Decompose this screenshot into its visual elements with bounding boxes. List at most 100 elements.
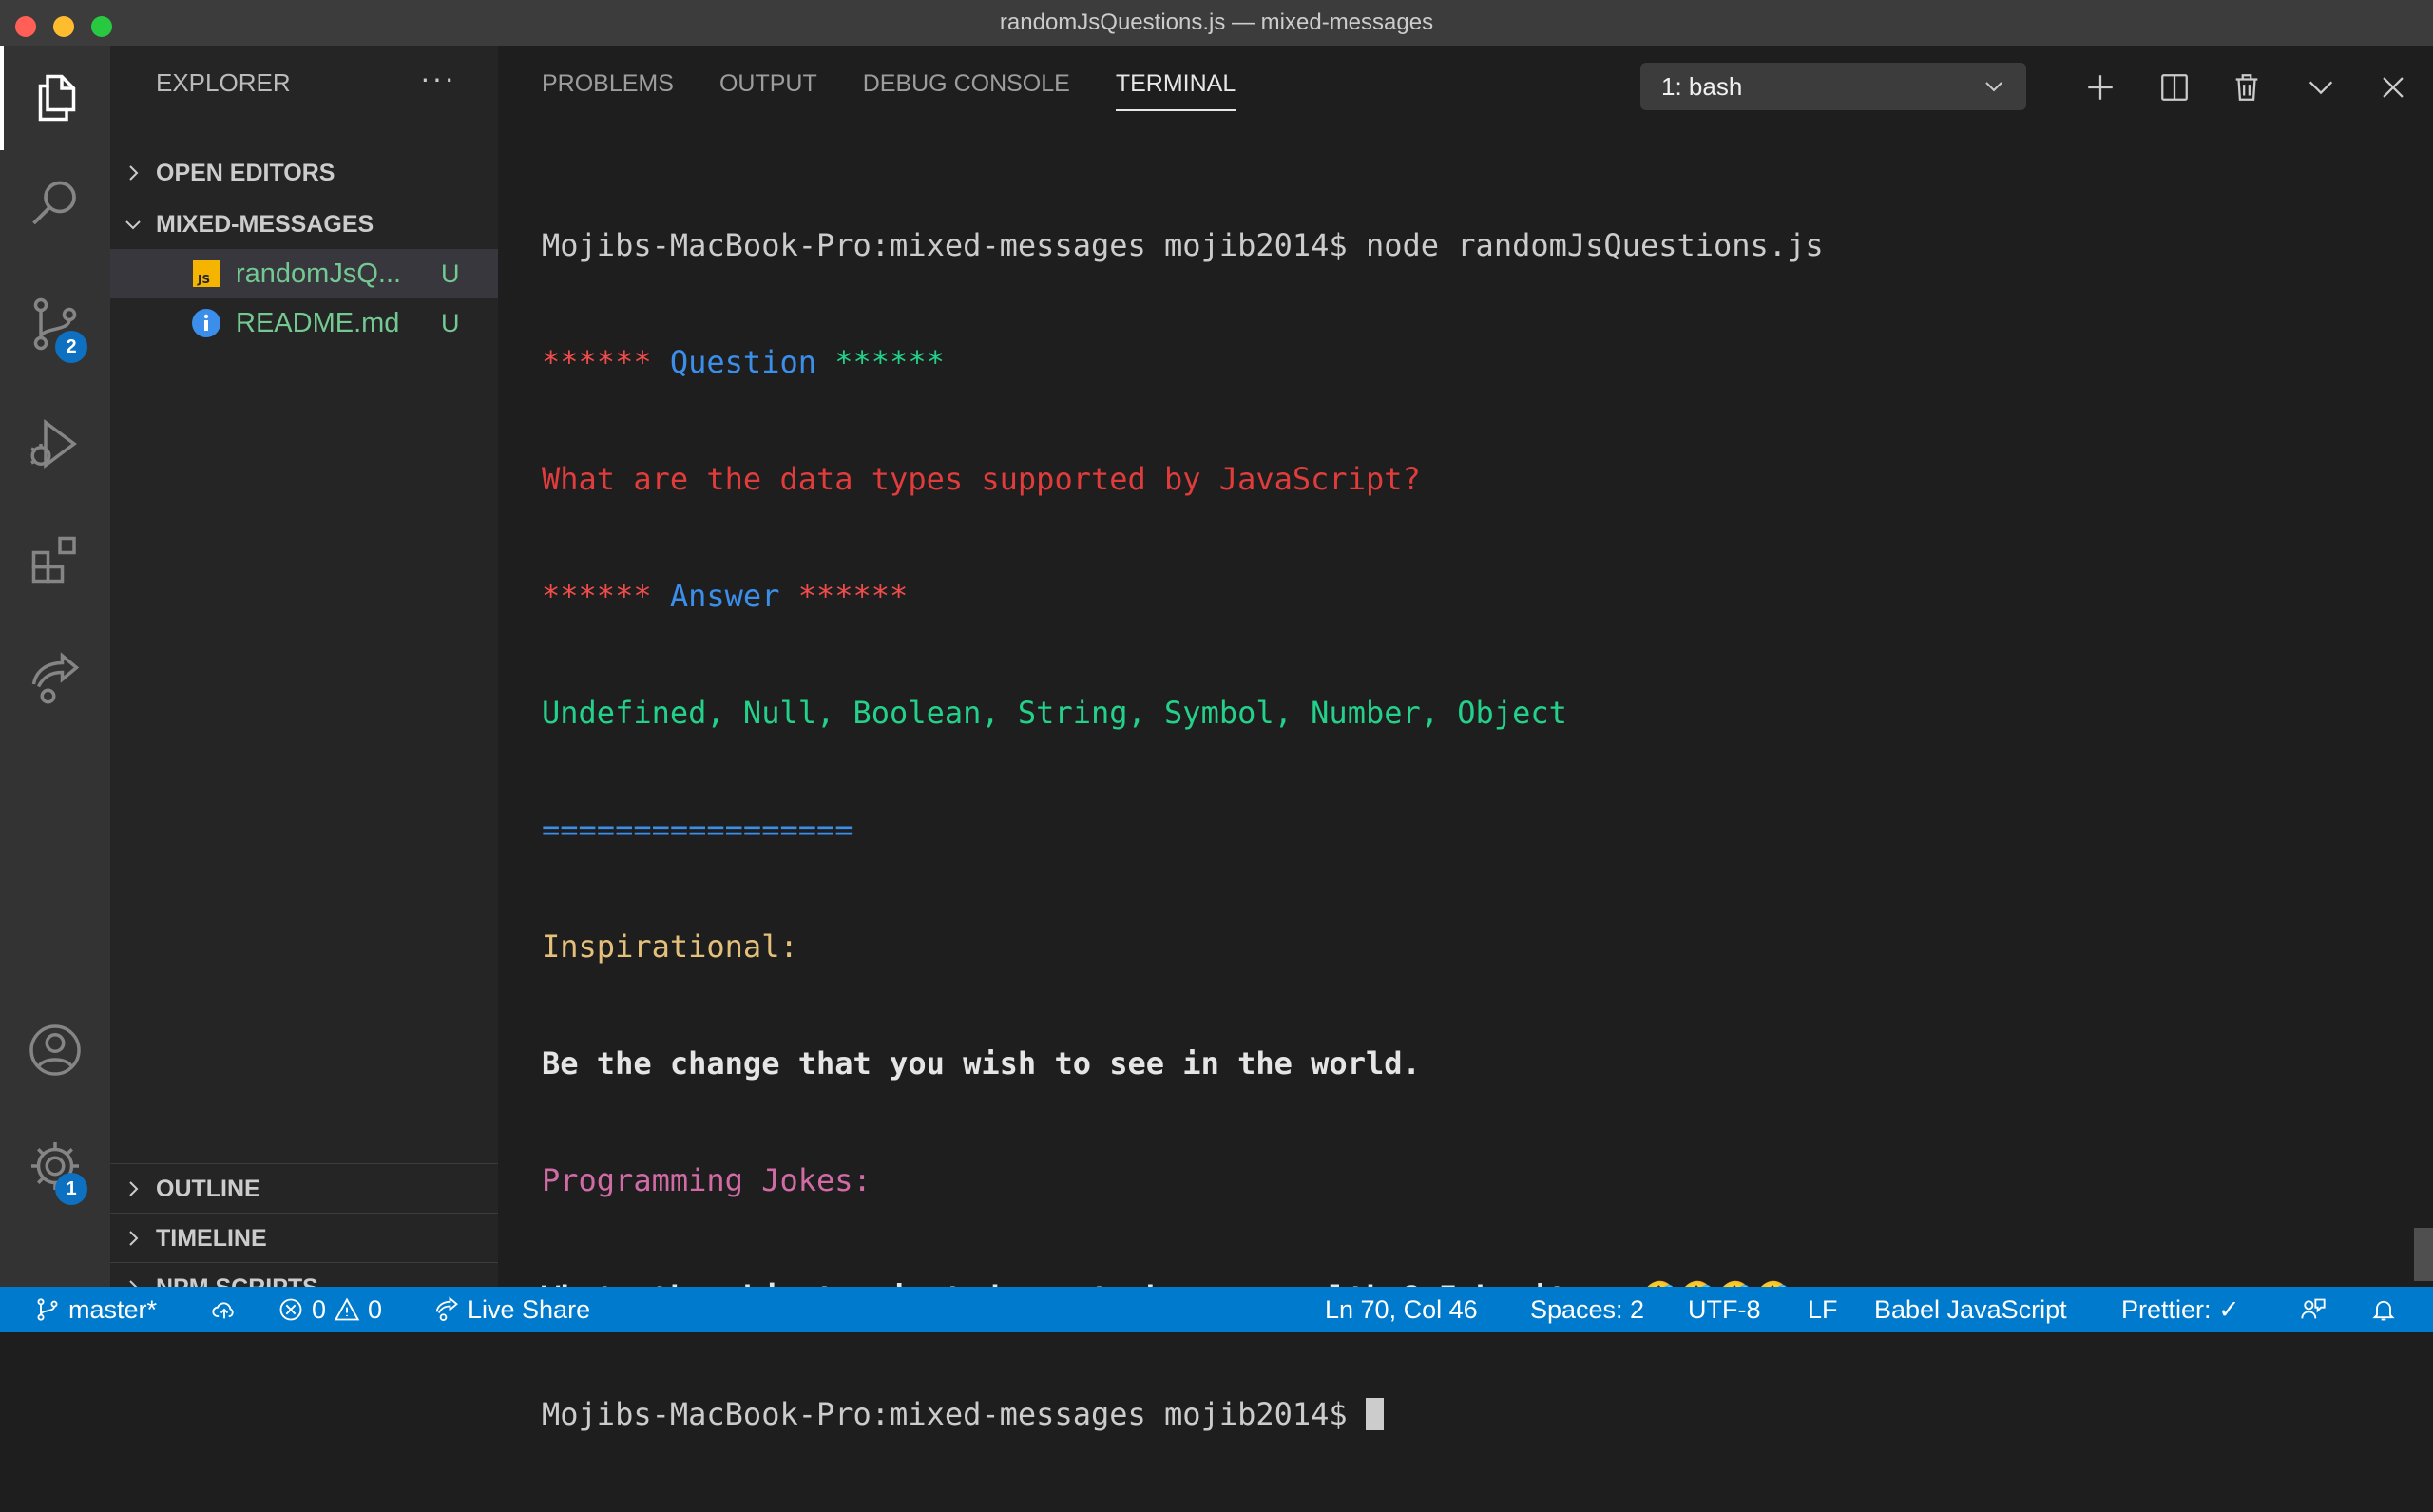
stars: ******: [542, 578, 652, 614]
extensions-activity[interactable]: [0, 507, 110, 612]
problems-indicator[interactable]: 0 0: [278, 1287, 382, 1332]
source-control-activity[interactable]: 2: [0, 272, 110, 376]
settings-badge: 1: [55, 1173, 87, 1205]
activity-bar: 2 1: [0, 46, 110, 1287]
run-debug-activity[interactable]: [0, 392, 110, 496]
live-share-label: Live Share: [468, 1294, 591, 1324]
search-icon: [32, 181, 76, 225]
scm-badge: 2: [55, 331, 87, 363]
terminal-line-separator: =================: [542, 812, 853, 848]
file-name: README.md: [236, 307, 400, 338]
window-title: randomJsQuestions.js — mixed-messages: [999, 10, 1434, 35]
terminal-line-answer-header: ****** Answer ******: [542, 577, 2414, 616]
notifications-button[interactable]: [2370, 1287, 2397, 1332]
files-icon: [38, 74, 76, 122]
terminal-line-command: Mojibs-MacBook-Pro:mixed-messages mojib2…: [542, 227, 1824, 263]
outline-section[interactable]: OUTLINE: [110, 1163, 498, 1214]
explorer-sidebar: EXPLORER ··· OPEN EDITORS MIXED-MESSAGES…: [110, 46, 498, 1301]
timeline-label: TIMELINE: [156, 1224, 267, 1252]
terminal-line-question-header: ****** Question ******: [542, 343, 2414, 382]
chevron-right-icon: [129, 165, 139, 181]
run-debug-icon: [30, 419, 77, 469]
explorer-activity[interactable]: [0, 46, 110, 150]
file-item-randomjsquestions[interactable]: JS randomJsQ... U: [110, 249, 498, 298]
tab-debug-console[interactable]: DEBUG CONSOLE: [863, 70, 1070, 111]
warning-icon: [334, 1297, 360, 1321]
tab-output[interactable]: OUTPUT: [719, 70, 817, 111]
tab-terminal[interactable]: TERMINAL: [1115, 70, 1236, 111]
project-section[interactable]: MIXED-MESSAGES: [110, 200, 498, 249]
stars: ******: [834, 344, 945, 380]
answer-label: Answer: [651, 578, 798, 614]
terminal-cursor: [1365, 1398, 1384, 1430]
terminal-output[interactable]: Mojibs-MacBook-Pro:mixed-messages mojib2…: [542, 148, 2414, 1432]
feedback-icon: [2301, 1298, 2326, 1319]
bell-icon: [2372, 1300, 2395, 1321]
close-icon: [2383, 77, 2404, 98]
cloud-upload-icon: [212, 1302, 234, 1319]
terminal-line-prompt: Mojibs-MacBook-Pro:mixed-messages mojib2…: [542, 1395, 2414, 1434]
more-actions-button[interactable]: ···: [420, 61, 456, 96]
prettier-status[interactable]: Prettier: ✓: [2121, 1287, 2240, 1332]
info-icon: [190, 307, 222, 339]
feedback-button[interactable]: [2300, 1287, 2327, 1332]
warning-count: 0: [368, 1294, 383, 1324]
chevron-down-icon: [1985, 82, 2002, 92]
chevron-down-icon: [125, 220, 141, 230]
cursor-position[interactable]: Ln 70, Col 46: [1325, 1287, 1478, 1332]
split-icon: [2161, 74, 2188, 101]
encoding[interactable]: UTF-8: [1688, 1287, 1761, 1332]
branch-name: master*: [68, 1294, 158, 1324]
live-share-icon: [435, 1296, 458, 1322]
file-status: U: [441, 308, 460, 337]
terminal-line-jokes-label: Programming Jokes:: [542, 1162, 872, 1198]
question-label: Question: [651, 344, 835, 380]
maximize-panel-button[interactable]: [2300, 67, 2342, 108]
chevron-down-icon: [2308, 81, 2333, 95]
end-of-line[interactable]: LF: [1808, 1287, 1838, 1332]
svg-text:JS: JS: [197, 273, 210, 286]
accounts-activity[interactable]: [0, 998, 110, 1102]
terminal-line-inspirational-label: Inspirational:: [542, 928, 798, 965]
manage-activity[interactable]: 1: [0, 1114, 110, 1218]
chevron-right-icon: [129, 1231, 139, 1246]
explorer-title: EXPLORER: [156, 68, 291, 97]
file-name: randomJsQ...: [236, 258, 402, 289]
outline-label: OUTLINE: [156, 1175, 260, 1202]
live-share-icon: [31, 652, 80, 704]
git-branch-icon: [37, 1298, 58, 1321]
terminal-select-value: 1: bash: [1661, 71, 1743, 101]
indentation[interactable]: Spaces: 2: [1530, 1287, 1644, 1332]
new-terminal-button[interactable]: [2079, 67, 2121, 108]
timeline-section[interactable]: TIMELINE: [110, 1213, 498, 1263]
account-icon: [29, 1024, 81, 1076]
open-editors-label: OPEN EDITORS: [156, 159, 335, 186]
stars: ******: [542, 344, 652, 380]
stars: ******: [797, 578, 909, 614]
panel: PROBLEMS OUTPUT DEBUG CONSOLE TERMINAL 1…: [498, 46, 2433, 1432]
split-terminal-button[interactable]: [2154, 67, 2195, 108]
error-icon: [279, 1298, 302, 1321]
sync-button[interactable]: [211, 1287, 238, 1332]
js-file-icon: JS: [190, 258, 222, 290]
branch-indicator[interactable]: master*: [34, 1287, 157, 1332]
project-label: MIXED-MESSAGES: [156, 210, 374, 238]
open-editors-section[interactable]: OPEN EDITORS: [110, 148, 498, 198]
status-bar: master* 0 0 Live Share Ln 70, Col 46 Spa…: [0, 1287, 2433, 1332]
terminal-line-question: What are the data types supported by Jav…: [542, 461, 1421, 497]
live-share-button[interactable]: Live Share: [433, 1287, 590, 1332]
terminal-scrollbar[interactable]: [2414, 1228, 2433, 1281]
plus-icon: [2088, 75, 2113, 100]
terminal-line-answer: Undefined, Null, Boolean, String, Symbol…: [542, 695, 1567, 731]
tab-problems[interactable]: PROBLEMS: [542, 70, 674, 111]
language-mode[interactable]: Babel JavaScript: [1874, 1287, 2067, 1332]
live-share-activity[interactable]: [0, 627, 110, 732]
terminal-select[interactable]: 1: bash: [1640, 63, 2026, 110]
close-panel-button[interactable]: [2372, 67, 2414, 108]
kill-terminal-button[interactable]: [2226, 67, 2268, 108]
terminal-line-inspirational: Be the change that you wish to see in th…: [542, 1045, 1421, 1081]
file-item-readme[interactable]: README.md U: [110, 298, 498, 348]
extensions-icon: [31, 536, 76, 584]
search-activity[interactable]: [0, 152, 110, 257]
panel-tabs: PROBLEMS OUTPUT DEBUG CONSOLE TERMINAL: [542, 70, 1236, 111]
